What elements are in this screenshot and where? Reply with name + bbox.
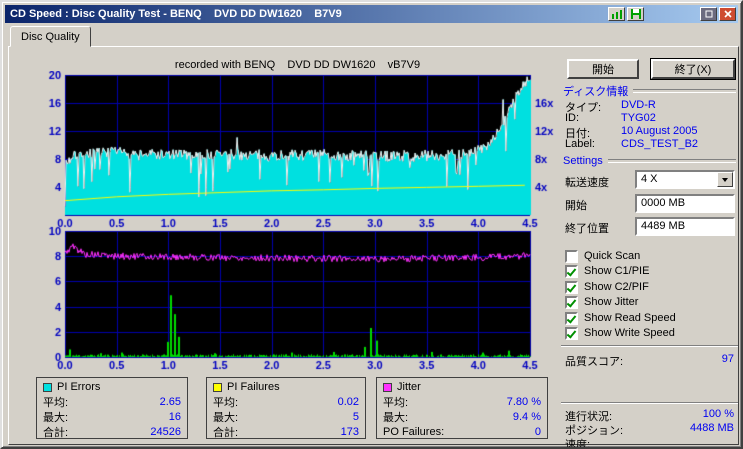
chart-title: recorded with BENQ DVD DD DW1620 vB7V9 — [65, 59, 530, 71]
quality-chart — [31, 71, 557, 233]
checkbox-show-c2-pif[interactable]: Show C2/PIF — [565, 280, 738, 294]
checkbox-quick-scan[interactable]: Quick Scan — [565, 249, 738, 263]
checkbox-icon — [565, 281, 578, 294]
close-icon — [724, 10, 732, 18]
start-position-input[interactable]: 0000 MB — [635, 194, 735, 213]
jitter-title: Jitter — [397, 381, 421, 393]
jitter-panel: Jitter 平均:7.80 % 最大:9.4 % PO Failures:0 — [376, 377, 548, 439]
pi-failures-panel: PI Failures 平均:0.02 最大:5 合計:173 — [206, 377, 366, 439]
disc-label-row: Label:CDS_TEST_B2 — [565, 138, 736, 150]
speed-select-value: 4 X — [637, 172, 717, 187]
tab-disc-quality[interactable]: Disc Quality — [10, 26, 91, 47]
jitter-legend-swatch — [383, 383, 392, 392]
stat-row: 最大:16 — [43, 409, 181, 424]
checkbox-icon — [565, 312, 578, 325]
checkbox-icon — [565, 250, 578, 263]
stat-row: 合計:173 — [213, 424, 359, 439]
minimize-icon — [705, 10, 713, 18]
checkbox-icon — [565, 327, 578, 340]
tab-page: recorded with BENQ DVD DD DW1620 vB7V9 P… — [8, 46, 739, 445]
tab-label: Disc Quality — [21, 31, 80, 43]
pi-errors-legend-swatch — [43, 383, 52, 392]
stat-row: PO Failures:0 — [383, 424, 541, 439]
save-icon-button[interactable] — [627, 7, 644, 21]
end-position-label: 終了位置 — [565, 220, 609, 236]
pi-failures-header: PI Failures — [213, 380, 359, 394]
bar-chart-icon — [612, 10, 622, 19]
start-button[interactable]: 開始 — [567, 59, 639, 79]
speed-label: 転送速度 — [565, 174, 609, 190]
pi-failures-legend-swatch — [213, 383, 222, 392]
stat-row: 最大:5 — [213, 409, 359, 424]
pi-errors-title: PI Errors — [57, 381, 100, 393]
disc-id-row: ID:TYG02 — [565, 112, 736, 124]
window-title: CD Speed : Disc Quality Test - BENQ DVD … — [10, 8, 342, 20]
checkbox-show-write-speed[interactable]: Show Write Speed — [565, 326, 738, 340]
checkbox-show-read-speed[interactable]: Show Read Speed — [565, 311, 738, 325]
exit-button[interactable]: 終了(X) — [651, 59, 735, 79]
stat-row: 平均:7.80 % — [383, 394, 541, 409]
settings-heading: Settings — [563, 155, 736, 167]
speed-select[interactable]: 4 X — [635, 170, 735, 189]
stat-row: 最大:9.4 % — [383, 409, 541, 424]
pi-failures-title: PI Failures — [227, 381, 280, 393]
disc-info-heading: ディスク情報 — [563, 83, 736, 99]
divider — [561, 402, 738, 404]
close-button[interactable] — [719, 7, 736, 21]
checkbox-icon — [565, 265, 578, 278]
jitter-chart — [31, 225, 557, 375]
checkbox-show-c1-pie[interactable]: Show C1/PIE — [565, 264, 738, 278]
checkbox-icon — [565, 296, 578, 309]
stat-row: 合計:24526 — [43, 424, 181, 439]
pi-errors-header: PI Errors — [43, 380, 181, 394]
minimize-button[interactable] — [700, 7, 717, 21]
jitter-header: Jitter — [383, 380, 541, 394]
floppy-disk-icon — [631, 9, 641, 19]
end-position-input[interactable]: 4489 MB — [635, 217, 735, 236]
start-position-label: 開始 — [565, 197, 587, 213]
quality-score-row: 品質スコア:97 — [565, 353, 734, 369]
stat-row: 平均:0.02 — [213, 394, 359, 409]
divider — [561, 345, 738, 347]
speed-row: 速度: — [565, 436, 734, 449]
app-window: CD Speed : Disc Quality Test - BENQ DVD … — [0, 0, 743, 449]
chart-icon-button[interactable] — [608, 7, 625, 21]
pi-errors-panel: PI Errors 平均:2.65 最大:16 合計:24526 — [36, 377, 188, 439]
titlebar[interactable]: CD Speed : Disc Quality Test - BENQ DVD … — [5, 5, 738, 23]
right-panel: 開始 終了(X) ディスク情報 タイプ:DVD-R ID:TYG02 日付:10… — [559, 53, 740, 445]
chevron-down-icon[interactable] — [717, 172, 733, 187]
stat-row: 平均:2.65 — [43, 394, 181, 409]
titlebar-buttons — [608, 7, 738, 21]
checkbox-show-jitter[interactable]: Show Jitter — [565, 295, 738, 309]
